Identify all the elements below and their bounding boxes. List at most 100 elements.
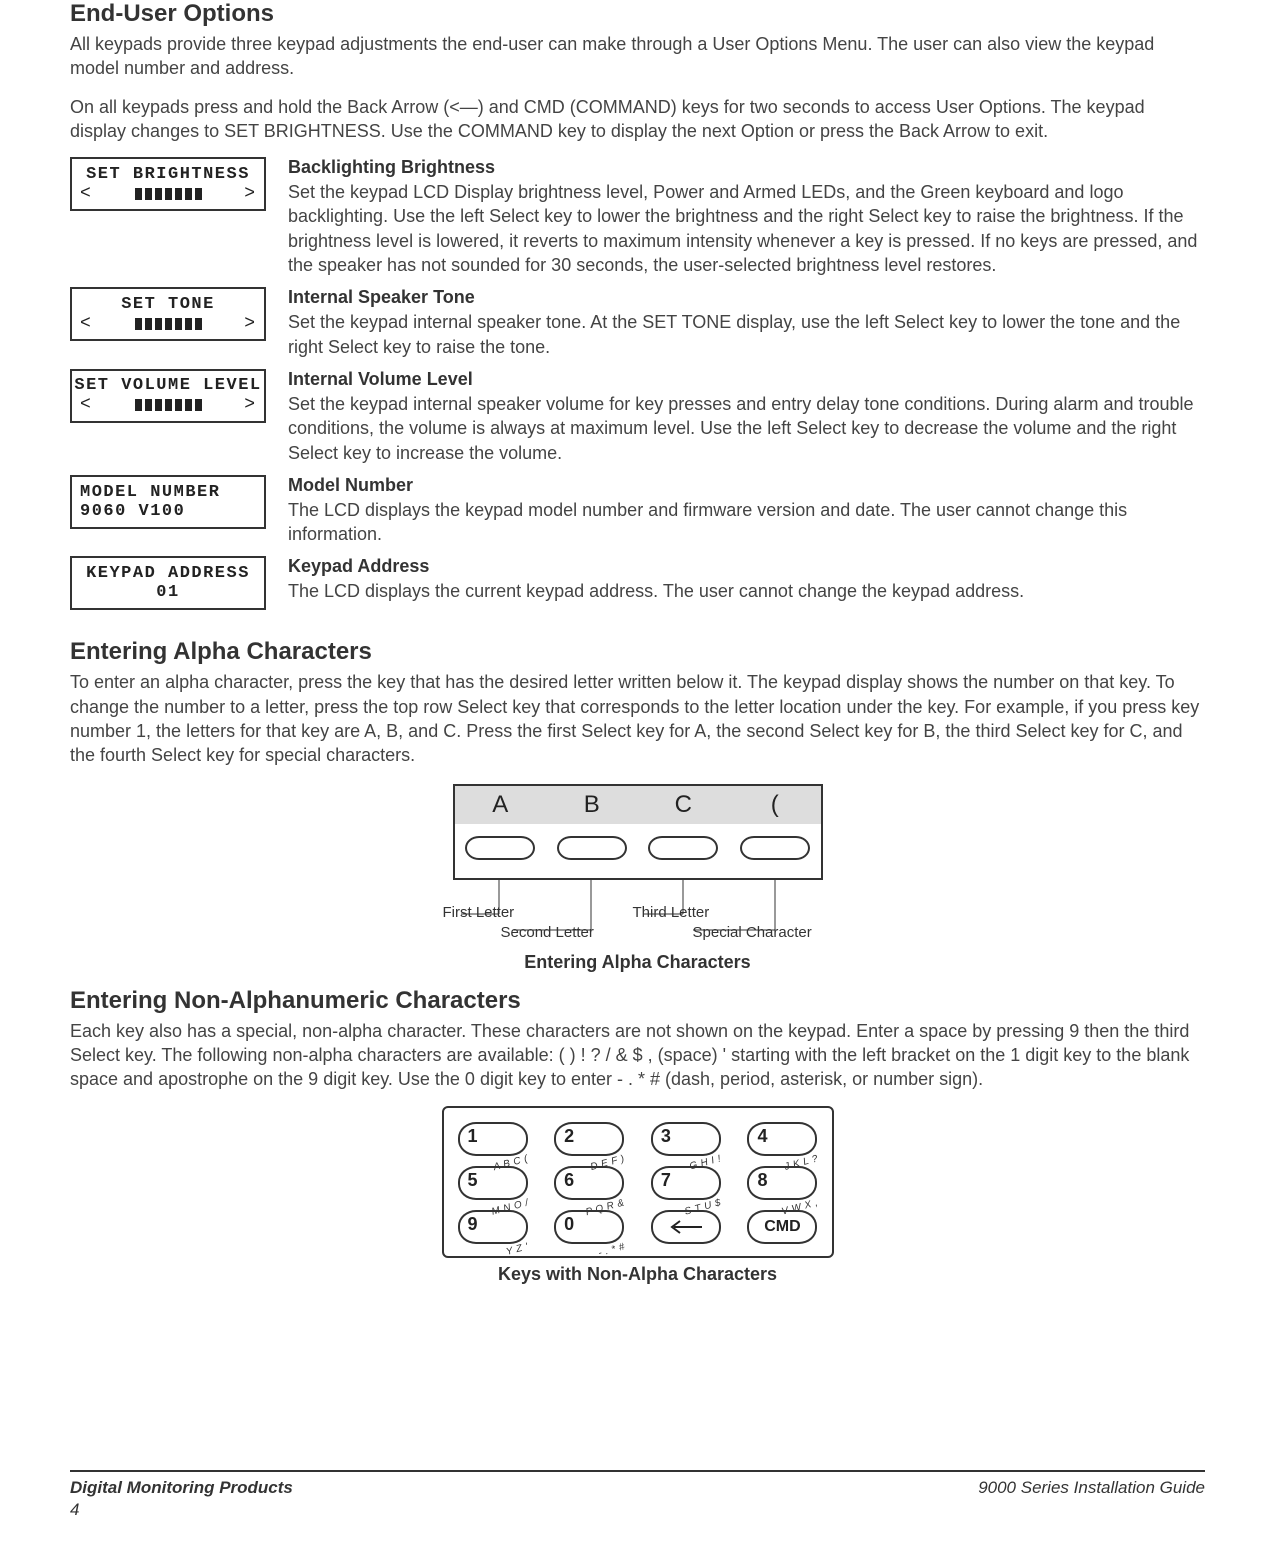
heading-nonalpha: Entering Non-Alphanumeric Characters (70, 987, 1205, 1015)
key-4: 4 J K L ? (747, 1122, 817, 1156)
option-brightness-text: Backlighting Brightness Set the keypad L… (288, 157, 1205, 277)
footer-right: 9000 Series Installation Guide (978, 1478, 1205, 1498)
lcd-volume: SET VOLUME LEVEL < > (70, 369, 266, 423)
label-third: Third Letter (633, 904, 710, 921)
nonalpha-body: Each key also has a special, non-alpha c… (70, 1019, 1205, 1092)
lcd-bar-icons (135, 318, 202, 330)
lcd-brightness: SET BRIGHTNESS < > (70, 157, 266, 211)
option-volume-desc: Set the keypad internal speaker volume f… (288, 392, 1205, 465)
lcd-model-line2: 9060 V100 (80, 502, 256, 521)
option-tone-desc: Set the keypad internal speaker tone. At… (288, 310, 1205, 359)
key-back-arrow (651, 1210, 721, 1244)
alpha-characters-figure: A B C ( First Letter Second Letter (453, 784, 823, 946)
option-brightness-title: Backlighting Brightness (288, 157, 1205, 178)
select-key-2 (557, 836, 627, 860)
nonalpha-caption: Keys with Non-Alpha Characters (70, 1264, 1205, 1285)
select-key-1 (465, 836, 535, 860)
option-model-text: Model Number The LCD displays the keypad… (288, 475, 1205, 547)
keypad-row-1: 5 M N O / 6 P Q R & 7 S T U $ 8 V W X , (458, 1166, 818, 1200)
key-9: 9 Y Z ' (458, 1210, 528, 1244)
key-1: 1 A B C ( (458, 1122, 528, 1156)
lcd-tone-line1: SET TONE (80, 295, 256, 314)
option-model-title: Model Number (288, 475, 1205, 496)
lcd-arrow-right: > (244, 314, 256, 334)
lcd-address-line2: 01 (80, 583, 256, 602)
key-8-digit: 8 (757, 1170, 767, 1191)
key-8: 8 V W X , (747, 1166, 817, 1200)
lcd-brightness-bars: < > (80, 184, 256, 204)
key-7-digit: 7 (661, 1170, 671, 1191)
lcd-model-line1: MODEL NUMBER (80, 483, 256, 502)
lcd-brightness-line1: SET BRIGHTNESS (80, 165, 256, 184)
heading-end-user-options: End-User Options (70, 0, 1205, 28)
label-first: First Letter (443, 904, 515, 921)
key-cmd-label: CMD (749, 1212, 815, 1242)
footer-left: Digital Monitoring Products (70, 1478, 293, 1498)
key-6-digit: 6 (564, 1170, 574, 1191)
option-volume: SET VOLUME LEVEL < > Internal Volume Lev… (70, 369, 1205, 465)
key-3-digit: 3 (661, 1126, 671, 1147)
key-7: 7 S T U $ (651, 1166, 721, 1200)
key-0-digit: 0 (564, 1214, 574, 1235)
label-special: Special Character (693, 924, 812, 941)
key-2-digit: 2 (564, 1126, 574, 1147)
lcd-tone-bars: < > (80, 314, 256, 334)
page-footer: Digital Monitoring Products 9000 Series … (70, 1470, 1205, 1520)
key-3: 3 G H I ! (651, 1122, 721, 1156)
heading-alpha: Entering Alpha Characters (70, 638, 1205, 666)
intro-paragraph-1: All keypads provide three keypad adjustm… (70, 32, 1205, 81)
lcd-bar-icons (135, 399, 202, 411)
lcd-address-line1: KEYPAD ADDRESS (80, 564, 256, 583)
option-model-desc: The LCD displays the keypad model number… (288, 498, 1205, 547)
document-page: End-User Options All keypads provide thr… (0, 0, 1275, 1544)
option-address-text: Keypad Address The LCD displays the curr… (288, 556, 1205, 603)
key-1-digit: 1 (468, 1126, 478, 1147)
lcd-address: KEYPAD ADDRESS 01 (70, 556, 266, 610)
keypad-row-0: 1 A B C ( 2 D E F ) 3 G H I ! 4 J K L ? (458, 1122, 818, 1156)
key-9-digit: 9 (468, 1214, 478, 1235)
intro-paragraph-2: On all keypads press and hold the Back A… (70, 95, 1205, 144)
option-model: MODEL NUMBER 9060 V100 Model Number The … (70, 475, 1205, 547)
key-0-sub: - . * # (597, 1241, 626, 1259)
lcd-arrow-right: > (244, 184, 256, 204)
alpha-caption: Entering Alpha Characters (70, 952, 1205, 973)
key-4-digit: 4 (757, 1126, 767, 1147)
lcd-arrow-left: < (80, 314, 92, 334)
option-volume-title: Internal Volume Level (288, 369, 1205, 390)
option-address-title: Keypad Address (288, 556, 1205, 577)
option-tone-text: Internal Speaker Tone Set the keypad int… (288, 287, 1205, 359)
footer-rule (70, 1470, 1205, 1472)
option-address: KEYPAD ADDRESS 01 Keypad Address The LCD… (70, 556, 1205, 610)
key-cmd: CMD (747, 1210, 817, 1244)
option-tone-title: Internal Speaker Tone (288, 287, 1205, 308)
footer-page-number: 4 (70, 1500, 1205, 1520)
key-6: 6 P Q R & (554, 1166, 624, 1200)
keypad-figure: 1 A B C ( 2 D E F ) 3 G H I ! 4 J K L ? … (442, 1106, 834, 1258)
select-key-4 (740, 836, 810, 860)
lcd-volume-line1: SET VOLUME LEVEL (80, 376, 256, 395)
alpha-display-3: ( (729, 791, 821, 819)
lcd-arrow-left: < (80, 184, 92, 204)
alpha-display-1: B (546, 791, 638, 819)
option-brightness: SET BRIGHTNESS < > Backlighting Brightne… (70, 157, 1205, 277)
key-2: 2 D E F ) (554, 1122, 624, 1156)
select-key-3 (648, 836, 718, 860)
label-second: Second Letter (501, 924, 594, 941)
option-volume-text: Internal Volume Level Set the keypad int… (288, 369, 1205, 465)
alpha-display-0: A (455, 791, 547, 819)
key-5-digit: 5 (468, 1170, 478, 1191)
back-arrow-icon (653, 1212, 719, 1242)
keypad-row-2: 9 Y Z ' 0 - . * # CMD (458, 1210, 818, 1244)
alpha-label-callouts: First Letter Second Letter Third Letter … (453, 880, 823, 946)
option-brightness-desc: Set the keypad LCD Display brightness le… (288, 180, 1205, 277)
alpha-select-keys (453, 824, 823, 880)
alpha-lcd-display: A B C ( (453, 784, 823, 824)
key-9-sub: Y Z ' (505, 1241, 530, 1257)
option-tone: SET TONE < > Internal Speaker Tone Set t… (70, 287, 1205, 359)
lcd-tone: SET TONE < > (70, 287, 266, 341)
alpha-display-2: C (638, 791, 730, 819)
lcd-model: MODEL NUMBER 9060 V100 (70, 475, 266, 529)
alpha-body: To enter an alpha character, press the k… (70, 670, 1205, 767)
lcd-volume-bars: < > (80, 395, 256, 415)
key-5: 5 M N O / (458, 1166, 528, 1200)
